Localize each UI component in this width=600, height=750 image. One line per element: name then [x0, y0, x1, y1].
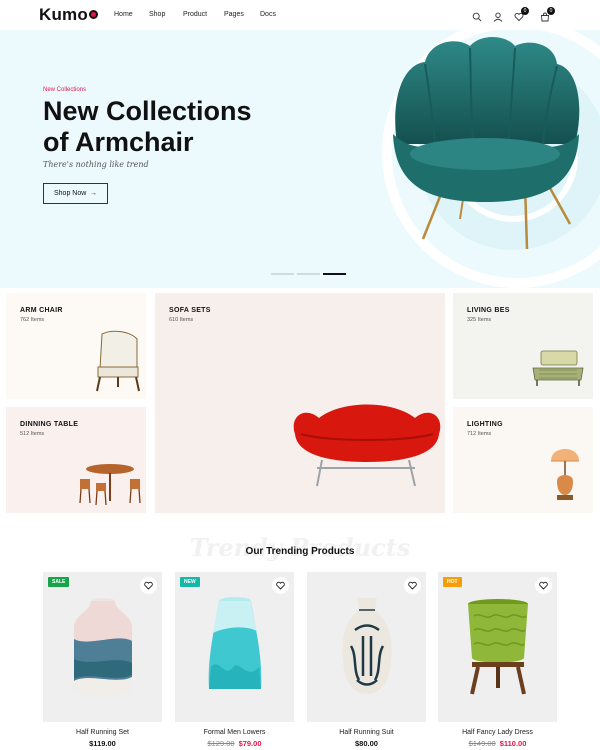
category-card-arm-chair[interactable]: ARM CHAIR 762 Items [6, 293, 146, 399]
category-card-lighting[interactable]: LIGHTING 712 Items [453, 407, 593, 513]
wishlist-button[interactable] [140, 577, 157, 594]
product-card-half-running-set[interactable]: SALE [43, 572, 162, 722]
dining-set-thumbnail [79, 464, 141, 506]
slider-dot[interactable] [271, 273, 294, 275]
product-price: $119.00 [89, 739, 116, 748]
product-name[interactable]: Half Running Set [43, 729, 162, 736]
patterned-vase-image [342, 598, 392, 694]
logo-dot-icon [88, 10, 98, 19]
category-count: 512 Items [20, 431, 45, 437]
hero-slider-dots [271, 273, 346, 275]
heart-icon [408, 581, 417, 590]
wishlist-icon[interactable]: 0 [514, 7, 529, 22]
nav-item-shop[interactable]: Shop [149, 11, 183, 18]
category-title: DINNING TABLE [20, 421, 79, 428]
shop-now-button[interactable]: Shop Now → [43, 183, 108, 204]
category-card-sofa-sets[interactable]: SOFA SETS 610 Items [155, 293, 445, 513]
category-count: 610 Items [169, 317, 194, 323]
sale-tag: SALE [48, 577, 70, 587]
category-title: LIGHTING [467, 421, 503, 428]
arrow-right-icon: → [90, 190, 97, 197]
sale-price: $110.00 [499, 739, 527, 748]
product-price: $80.00 [355, 739, 378, 748]
wishlist-button[interactable] [272, 577, 289, 594]
category-count: 325 Items [467, 317, 492, 323]
old-price: $149.00 [468, 739, 496, 748]
hero-title: New Collections of Armchair [43, 96, 252, 157]
brand-logo[interactable]: Kumo [39, 5, 98, 25]
product-card-half-running-suit[interactable] [307, 572, 426, 722]
category-count: 712 Items [467, 431, 492, 437]
search-icon[interactable] [472, 9, 484, 22]
nav-item-home[interactable]: Home [114, 11, 149, 18]
armchair-thumbnail [96, 330, 140, 392]
hero-banner: New Collections New Collections of Armch… [0, 30, 600, 288]
hot-tag: HOT [443, 577, 462, 587]
header-actions: 0 0 [472, 7, 562, 23]
nav-item-pages[interactable]: Pages [224, 11, 260, 18]
wishlist-button[interactable] [535, 577, 552, 594]
cart-icon[interactable]: 0 [540, 7, 555, 22]
slider-dot-active[interactable] [323, 273, 346, 275]
green-planter-image [468, 599, 528, 695]
hero-kicker: New Collections [43, 87, 87, 93]
hero-subtitle: There's nothing like trend [43, 160, 149, 169]
vase-image [74, 598, 132, 695]
new-tag: NEW [180, 577, 200, 587]
turquoise-vase-image [208, 597, 262, 689]
category-title: ARM CHAIR [20, 307, 63, 314]
heart-icon [276, 581, 285, 590]
category-title: LIVING BES [467, 307, 510, 314]
product-name[interactable]: Half Running Suit [307, 729, 426, 736]
product-name[interactable]: Half Fancy Lady Dress [438, 729, 557, 736]
nav-item-docs[interactable]: Docs [260, 11, 290, 18]
wishlist-count-badge: 0 [521, 7, 529, 15]
trending-title: Our Trending Products [245, 546, 355, 557]
site-header: Kumo Home Shop Product Pages Docs 0 0 [0, 0, 600, 30]
product-price: $149.00 $110.00 [438, 739, 557, 748]
category-card-dinning-table[interactable]: DINNING TABLE 512 Items [6, 407, 146, 513]
main-nav: Home Shop Product Pages Docs [114, 11, 290, 18]
lamp-thumbnail [551, 449, 579, 500]
heart-icon [144, 581, 153, 590]
old-price: $129.00 [207, 739, 235, 748]
nav-item-product[interactable]: Product [183, 11, 224, 18]
product-price: $129.00 $79.00 [175, 739, 294, 748]
red-sofa-image [293, 404, 441, 487]
user-icon[interactable] [493, 9, 505, 22]
slider-dot[interactable] [297, 273, 320, 275]
bed-thumbnail [532, 350, 584, 386]
product-name[interactable]: Formal Men Lowers [175, 729, 294, 736]
sale-price: $79.00 [238, 739, 262, 748]
product-card-formal-men-lowers[interactable]: NEW [175, 572, 294, 722]
wishlist-button[interactable] [404, 577, 421, 594]
cart-count-badge: 0 [547, 7, 555, 15]
armchair-image [393, 37, 580, 250]
product-card-half-fancy-lady-dress[interactable]: HOT [438, 572, 557, 722]
heart-icon [539, 581, 548, 590]
category-card-living-beds[interactable]: LIVING BES 325 Items [453, 293, 593, 399]
category-count: 762 Items [20, 317, 45, 323]
category-title: SOFA SETS [169, 307, 211, 314]
